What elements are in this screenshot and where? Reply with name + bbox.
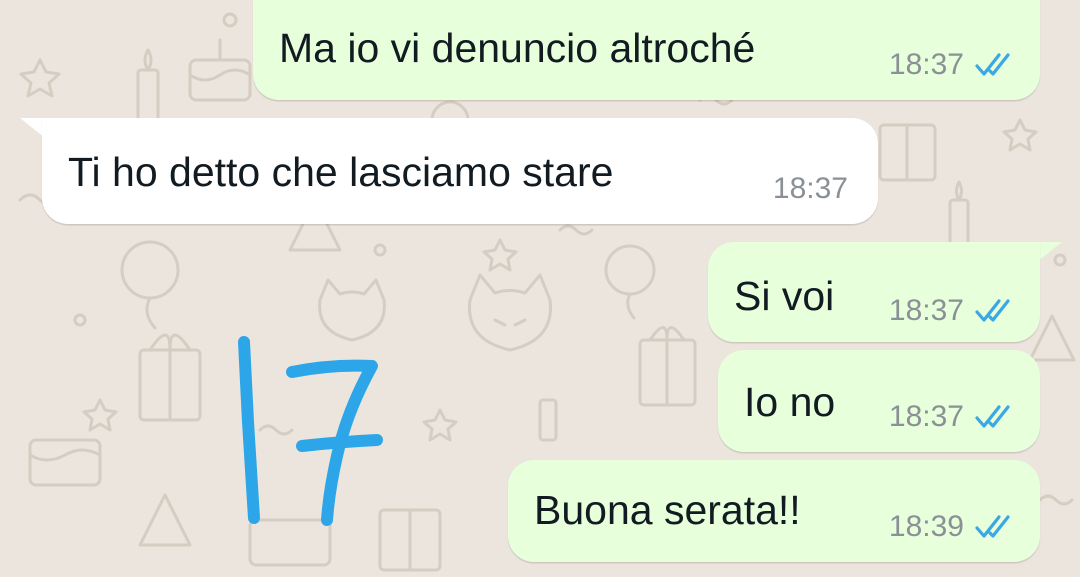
star-doodle-icon [482, 238, 518, 272]
message-time: 18:37 [888, 294, 964, 327]
candle-doodle-icon [538, 398, 558, 442]
double-check-icon [975, 405, 1010, 428]
balloon-doodle-icon [120, 240, 180, 330]
message-bubble-outgoing[interactable]: Si voi 18:37 [708, 242, 1040, 342]
star-doodle-icon [422, 408, 458, 442]
message-time: 18:37 [772, 172, 848, 205]
message-text: Io no [744, 379, 836, 425]
message-bubble-outgoing[interactable]: Buona serata!! 18:39 [508, 460, 1040, 562]
message-text: Buona serata!! [534, 487, 801, 533]
message-time: 18:37 [888, 400, 964, 433]
double-check-icon [975, 515, 1010, 538]
candle-doodle-icon [948, 180, 970, 247]
cake-doodle-icon [28, 438, 102, 487]
balloon-doodle-icon [604, 244, 656, 320]
message-meta: 18:37 [889, 402, 1018, 432]
gift-doodle-icon [878, 123, 937, 182]
double-check-icon [975, 53, 1010, 76]
message-meta: 18:37 [773, 174, 848, 204]
star-doodle-icon [19, 58, 61, 98]
message-bubble-outgoing[interactable]: Ma io vi denuncio altroché 18:37 [253, 0, 1040, 100]
message-meta: 18:37 [889, 50, 1018, 80]
message-time: 18:37 [888, 48, 964, 81]
message-bubble-outgoing[interactable]: Io no 18:37 [718, 350, 1040, 452]
double-check-icon [975, 299, 1010, 322]
party-hat-doodle-icon [138, 493, 192, 547]
message-meta: 18:39 [889, 512, 1018, 542]
cat-doodle-icon [468, 273, 552, 352]
candle-doodle-icon [136, 48, 160, 122]
gift-doodle-icon [638, 326, 697, 407]
message-text: Ti ho detto che lasciamo stare [68, 149, 614, 195]
cake-doodle-icon [188, 38, 252, 102]
message-time: 18:39 [888, 510, 964, 543]
message-bubble-incoming[interactable]: Ti ho detto che lasciamo stare 18:37 [42, 118, 878, 224]
message-meta: 18:37 [889, 296, 1018, 326]
star-doodle-icon [82, 398, 118, 432]
message-text: Ma io vi denuncio altroché [279, 25, 756, 71]
gift-doodle-icon [138, 333, 202, 422]
star-doodle-icon [1002, 118, 1038, 152]
message-text: Si voi [734, 273, 835, 319]
handwritten-annotation: 17 [238, 336, 383, 526]
